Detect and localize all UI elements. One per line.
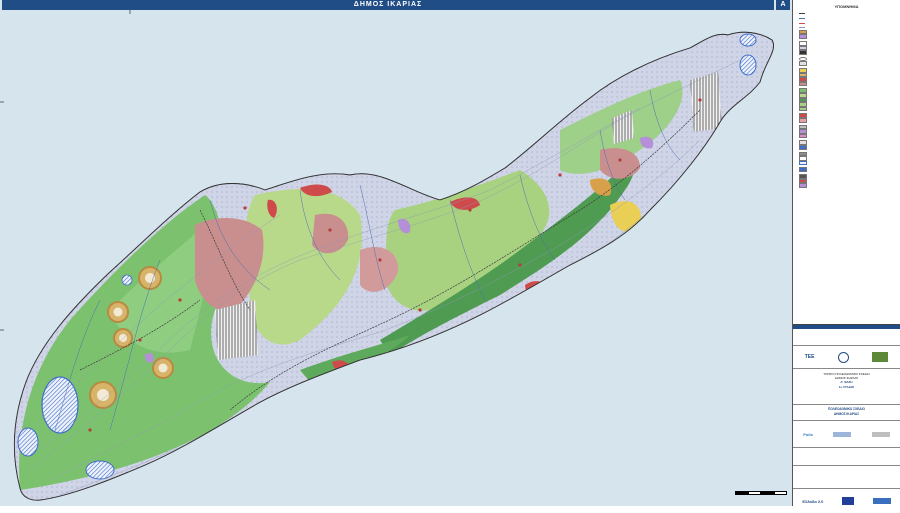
- legend-item: [799, 72, 897, 78]
- tee-logo: TEE: [804, 354, 815, 360]
- legend-item: [799, 34, 897, 40]
- legend-panel: ΥΠΟΜΝΗΜΑ: [793, 0, 900, 324]
- legend-item: [799, 117, 897, 123]
- legend-item: [799, 183, 897, 188]
- sheet-id-badge: A: [776, 0, 790, 10]
- island-map[interactable]: [0, 10, 792, 506]
- legend-item: [799, 12, 897, 16]
- scale-bar: [735, 489, 787, 499]
- eu-flag-icon: [842, 497, 855, 505]
- legend-item: [799, 167, 897, 172]
- legend-item: [799, 29, 897, 35]
- legend-title: ΥΠΟΜΝΗΜΑ: [834, 4, 859, 9]
- legend-item: [799, 113, 897, 118]
- legend-item: [799, 68, 897, 73]
- natura-zone: [41, 376, 79, 434]
- project-stage-sub: 1ο ΣΤΑΔΙΟ: [838, 384, 855, 389]
- legend-item: [799, 26, 897, 30]
- legend-item: [799, 129, 897, 134]
- legend-item: [799, 106, 897, 112]
- island: [13, 31, 775, 501]
- title-block: TEE ΤΟΠΙΚΟ ΠΟΛΕΟΔΟΜΙΚΟ ΣΧΕΔΙΟ ΔΗΜΟΣ ΙΚΑΡ…: [793, 324, 900, 507]
- natura-zone: [739, 33, 757, 47]
- municipality-logo: [872, 352, 889, 362]
- legend-item: [799, 77, 897, 82]
- hatched-area: [215, 300, 258, 360]
- legend-item: [799, 45, 897, 51]
- legend-item: [799, 41, 897, 46]
- consultant-logo: Polis: [803, 431, 813, 437]
- supervision-info: [793, 448, 900, 466]
- sheet-title-line2: ΔΗΜΟΣ ΙΚΑΡΙΑΣ: [833, 412, 860, 416]
- logos-row: TEE: [793, 346, 900, 369]
- legend-item: [799, 93, 897, 98]
- village-core: [113, 307, 123, 317]
- legend-item: [799, 50, 897, 55]
- natura-zone: [121, 274, 133, 286]
- funding-row: Ελλάδα 2.0: [793, 489, 900, 513]
- project-info: ΤΟΠΙΚΟ ΠΟΛΕΟΔΟΜΙΚΟ ΣΧΕΔΙΟ ΔΗΜΟΣ ΙΚΑΡΙΑΣ …: [793, 369, 900, 405]
- legend-item: [799, 124, 897, 130]
- legend-item: [799, 61, 897, 67]
- emblem-icon: [837, 351, 849, 363]
- legend-item: [799, 17, 897, 21]
- legend-item: [799, 21, 897, 25]
- date-row: [793, 476, 900, 481]
- dates-table: [793, 466, 900, 489]
- funding-logo: Ελλάδα 2.0: [802, 498, 824, 504]
- natura-zone: [17, 427, 39, 457]
- consultants-row: Polis: [793, 421, 900, 448]
- legend-item: [799, 88, 897, 93]
- legend-item: [799, 173, 897, 179]
- map-title: ΔΗΜΟΣ ΙΚΑΡΙΑΣ: [2, 0, 774, 10]
- protected-zone: [525, 281, 547, 299]
- natura-zone: [739, 54, 757, 76]
- legend-item: [799, 133, 897, 139]
- legend-item: [799, 140, 897, 145]
- map-frame[interactable]: ΔΗΜΟΣ ΙΚΑΡΙΑΣ A: [0, 0, 793, 506]
- village-core: [119, 334, 127, 342]
- legend-item: [799, 144, 897, 150]
- revision-row: [793, 333, 900, 337]
- legend-item: [799, 160, 897, 166]
- legend-item: [799, 97, 897, 103]
- village-core: [145, 273, 155, 283]
- revision-table: [793, 325, 900, 346]
- legend-item: [799, 102, 897, 107]
- eu-logo: [872, 498, 891, 504]
- village-core: [158, 363, 168, 373]
- legend-item: [799, 151, 897, 157]
- legend-item: [799, 56, 897, 62]
- legend-item: [799, 81, 897, 87]
- legend-item: [799, 178, 897, 184]
- consultant-logo-2: [833, 431, 852, 437]
- sheet-title: ΠΟΛΕΟΔΟΜΙΚΟ ΣΧΕΔΙΟ ΔΗΜΟΣ ΙΚΑΡΙΑΣ: [793, 405, 900, 421]
- hatched-area: [690, 72, 722, 132]
- legend-item: [799, 156, 897, 161]
- consultant-logo-3: [871, 431, 890, 437]
